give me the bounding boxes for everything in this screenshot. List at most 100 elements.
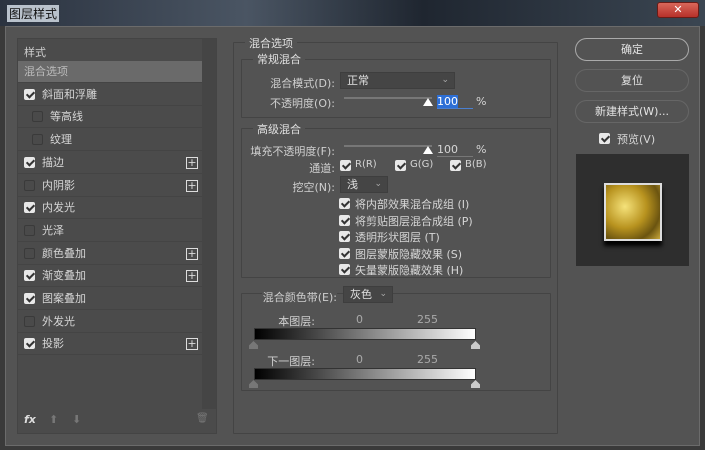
style-checkbox[interactable] (32, 111, 43, 123)
underlying-layer-max: 255 (417, 353, 438, 366)
blend-mode-select[interactable]: 正常 ⌄ (340, 72, 455, 89)
advanced-option-label: 矢量蒙版隐藏效果 (H) (355, 264, 464, 277)
knockout-value: 浅 (347, 178, 358, 191)
advanced-option-checkbox[interactable] (339, 231, 350, 242)
advanced-option-label: 将内部效果混合成组 (I) (355, 198, 470, 211)
underlying-layer-label: 下一图层: (267, 355, 315, 368)
add-effect-icon[interactable]: + (186, 179, 198, 192)
advanced-blending-title: 高级混合 (253, 121, 305, 137)
style-item-label: 内发光 (42, 201, 75, 215)
close-button[interactable]: ✕ (657, 2, 699, 18)
reset-button[interactable]: 复位 (575, 69, 689, 92)
style-checkbox[interactable] (24, 179, 35, 191)
fill-opacity-slider[interactable] (344, 145, 432, 147)
general-blending-title: 常规混合 (253, 51, 305, 67)
add-effect-icon[interactable]: + (186, 270, 198, 283)
ok-button[interactable]: 确定 (575, 38, 689, 61)
blend-mode-value: 正常 (347, 74, 369, 87)
knockout-select[interactable]: 浅 ⌄ (340, 176, 388, 193)
style-item[interactable]: 外发光 (18, 311, 202, 333)
style-item-label: 光泽 (42, 223, 64, 237)
blend-if-select[interactable]: 灰色 ⌄ (343, 286, 393, 303)
style-checkbox[interactable] (24, 338, 35, 350)
advanced-option-checkbox[interactable] (339, 214, 350, 226)
style-checkbox[interactable] (24, 202, 35, 214)
blend-if-label: 混合颜色带(E): (262, 289, 337, 305)
add-effect-icon[interactable]: + (186, 247, 198, 260)
style-checkbox[interactable] (24, 88, 35, 100)
fill-opacity-unit: % (476, 143, 487, 156)
style-item[interactable]: 投影 + (18, 333, 202, 356)
style-item-label: 投影 (42, 337, 64, 351)
style-checkbox[interactable] (24, 315, 35, 327)
this-layer-label: 本图层: (278, 315, 315, 328)
add-effect-icon[interactable]: + (186, 156, 198, 169)
fill-opacity-input[interactable]: 100 (437, 143, 473, 157)
style-checkbox[interactable] (24, 156, 35, 168)
channel-label: R(R) (355, 159, 377, 170)
style-item[interactable]: 描边 + (18, 152, 202, 174)
style-checkbox[interactable] (24, 293, 35, 304)
style-checkbox[interactable] (24, 224, 35, 236)
preview-label: 预览(V) (617, 133, 656, 146)
style-checkbox[interactable] (32, 134, 43, 146)
advanced-option-label: 将剪贴图层混合成组 (P) (355, 214, 473, 228)
opacity-value: 100 (437, 95, 458, 108)
style-item-label: 等高线 (50, 110, 83, 124)
style-item-label: 斜面和浮雕 (42, 87, 97, 101)
chevron-down-icon: ⌄ (441, 75, 449, 85)
styles-scrollbar[interactable] (202, 39, 216, 409)
style-item-label: 颜色叠加 (42, 246, 86, 260)
chevron-down-icon: ⌄ (374, 179, 382, 189)
move-down-icon[interactable]: ⬇ (72, 413, 81, 426)
channel-checkbox[interactable] (450, 160, 461, 171)
opacity-input[interactable]: 100 (437, 95, 473, 109)
window-title: 图层样式 (7, 5, 60, 22)
style-item[interactable]: 图案叠加 (18, 288, 202, 310)
channel-checkbox[interactable] (340, 160, 351, 171)
underlying-layer-gradient (254, 368, 476, 380)
style-checkbox[interactable] (24, 270, 35, 282)
advanced-option-checkbox[interactable] (339, 264, 350, 275)
advanced-option-checkbox[interactable] (339, 198, 350, 209)
style-item[interactable]: 斜面和浮雕 (18, 84, 202, 106)
style-item[interactable]: 内阴影 + (18, 175, 202, 197)
style-item-label: 混合选项 (24, 65, 68, 78)
new-style-button[interactable]: 新建样式(W)... (575, 100, 689, 123)
advanced-option-label: 图层蒙版隐藏效果 (S) (355, 247, 463, 261)
chevron-down-icon: ⌄ (379, 289, 387, 299)
channel-checkbox[interactable] (395, 160, 406, 171)
fx-button[interactable]: fx (24, 413, 36, 426)
title-bar[interactable] (0, 0, 705, 26)
add-effect-icon[interactable]: + (186, 338, 198, 351)
move-up-icon[interactable]: ⬆ (49, 413, 58, 426)
style-item-label: 描边 (42, 155, 64, 169)
style-item[interactable]: 光泽 (18, 220, 202, 242)
trash-icon[interactable]: 🗑 (196, 413, 209, 424)
style-item-label: 内阴影 (42, 178, 75, 192)
opacity-slider-thumb[interactable] (423, 98, 433, 106)
style-item-label: 渐变叠加 (42, 269, 86, 283)
preview-thumbnail (604, 183, 662, 241)
style-item[interactable]: 纹理 (18, 129, 202, 152)
channel-label: B(B) (465, 159, 487, 170)
fill-opacity-label: 填充不透明度(F): (250, 145, 335, 158)
opacity-slider[interactable] (344, 97, 432, 99)
opacity-label: 不透明度(O): (270, 97, 335, 110)
blend-if-value: 灰色 (350, 288, 372, 301)
style-item[interactable]: 混合选项 (18, 61, 202, 83)
advanced-option-checkbox[interactable] (339, 247, 350, 259)
style-item[interactable]: 内发光 (18, 197, 202, 220)
preview-checkbox[interactable] (599, 133, 610, 144)
blending-options-title: 混合选项 (245, 35, 297, 51)
style-item[interactable]: 颜色叠加 + (18, 243, 202, 265)
style-item-label: 纹理 (50, 133, 72, 147)
style-checkbox[interactable] (24, 247, 35, 259)
style-item[interactable]: 渐变叠加 + (18, 265, 202, 288)
fill-opacity-slider-thumb[interactable] (423, 146, 433, 154)
blend-mode-label: 混合模式(D): (270, 77, 335, 90)
style-item[interactable]: 等高线 (18, 106, 202, 129)
this-layer-max: 255 (417, 313, 438, 326)
preview-box (576, 154, 689, 266)
this-layer-gradient (254, 328, 476, 340)
